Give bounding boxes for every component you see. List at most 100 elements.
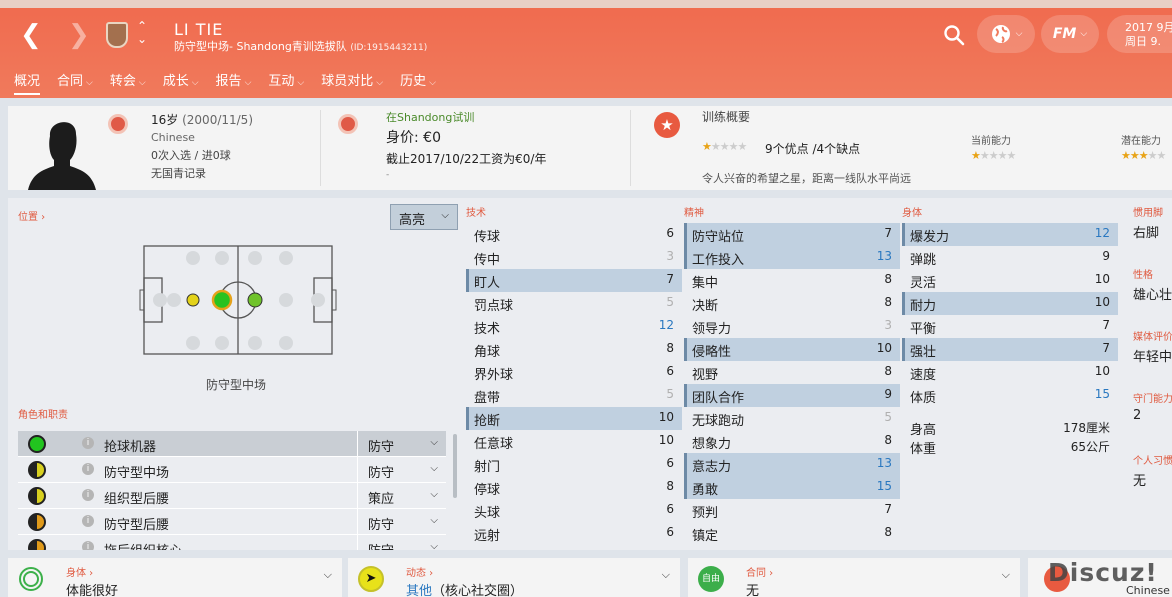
nation-flag-icon[interactable] — [108, 114, 128, 134]
technical-attribute-row[interactable]: 技术 12 — [466, 315, 682, 338]
trial-status[interactable]: 在Shandong试训 — [386, 109, 474, 125]
technical-attribute-row[interactable]: 任意球 10 — [466, 430, 682, 453]
mental-attribute-row[interactable]: 侵略性 10 — [684, 338, 900, 361]
attribute-value: 3 — [884, 318, 892, 332]
weight-label: 体重 — [910, 442, 937, 457]
media-description: 年轻中 — [1133, 350, 1172, 365]
attribute-value: 10 — [658, 410, 674, 424]
mental-attribute-row[interactable]: 意志力 13 — [684, 453, 900, 476]
dynamics-label[interactable]: 动态 › — [406, 564, 433, 579]
technical-attribute-row[interactable]: 罚点球 5 — [466, 292, 682, 315]
empty-field: - — [386, 170, 390, 180]
player-name: LI TIE — [174, 20, 224, 39]
body-card[interactable]: 身体 › 体能很好 ⌵ — [8, 558, 342, 597]
menu-item-4[interactable]: 报告 ⌵ — [216, 70, 252, 95]
physical-attribute-row[interactable]: 强壮 7 — [902, 338, 1118, 361]
mental-attribute-row[interactable]: 团队合作 9 — [684, 384, 900, 407]
info-icon[interactable]: i — [82, 437, 94, 449]
menu-item-0[interactable]: 概况 — [14, 70, 41, 95]
role-row[interactable]: i 抢球机器 防守 ⌵ — [18, 431, 446, 457]
chevron-down-icon: ⌵ — [429, 78, 436, 88]
mental-attribute-row[interactable]: 镇定 8 — [684, 522, 900, 545]
role-duty-select[interactable]: 防守 ⌵ — [357, 457, 446, 482]
technical-label: 技术 — [466, 208, 486, 219]
star-icon: ★ — [979, 149, 990, 162]
attribute-name: 头球 — [474, 506, 501, 521]
roles-scrollbar[interactable] — [453, 434, 457, 498]
technical-attribute-row[interactable]: 抢断 10 — [466, 407, 682, 430]
position-club-text[interactable]: 防守型中场- Shandong青训选拔队 — [174, 40, 347, 53]
technical-attribute-row[interactable]: 射门 6 — [466, 453, 682, 476]
date-display[interactable]: 2017 9月 周日 9. — [1107, 15, 1172, 53]
back-arrow-icon[interactable]: ❮ — [20, 22, 42, 48]
forward-arrow-icon[interactable]: ❯ — [68, 22, 90, 48]
search-icon[interactable] — [943, 24, 965, 46]
role-row[interactable]: i 组织型后腰 策应 ⌵ — [18, 483, 446, 509]
role-row[interactable]: i 拖后组织核心 防守 ⌵ — [18, 535, 446, 550]
attribute-value: 10 — [658, 433, 674, 447]
menu-item-2[interactable]: 转会 ⌵ — [110, 70, 146, 95]
role-duty-select[interactable]: 防守 ⌵ — [357, 535, 446, 550]
chevron-down-icon[interactable]: ⌵ — [1002, 568, 1010, 582]
mental-attribute-row[interactable]: 领导力 3 — [684, 315, 900, 338]
mental-attribute-row[interactable]: 勇敢 15 — [684, 476, 900, 499]
fm-menu-button[interactable]: FM ⌵ — [1041, 15, 1099, 53]
chevron-down-icon[interactable]: ⌵ — [662, 568, 670, 582]
technical-attribute-row[interactable]: 盯人 7 — [466, 269, 682, 292]
menu-item-6[interactable]: 球员对比 ⌵ — [321, 70, 383, 95]
role-row[interactable]: i 防守型后腰 防守 ⌵ — [18, 509, 446, 535]
physical-attribute-row[interactable]: 弹跳 9 — [902, 246, 1118, 269]
technical-attribute-row[interactable]: 盘带 5 — [466, 384, 682, 407]
mental-attribute-row[interactable]: 决断 8 — [684, 292, 900, 315]
club-badge-icon[interactable] — [338, 114, 358, 134]
mental-attribute-row[interactable]: 预判 7 — [684, 499, 900, 522]
attribute-name: 决断 — [692, 299, 719, 314]
menu-item-5[interactable]: 互动 ⌵ — [268, 70, 304, 95]
role-duty-select[interactable]: 防守 ⌵ — [357, 431, 446, 456]
physical-attribute-row[interactable]: 速度 10 — [902, 361, 1118, 384]
mental-attribute-row[interactable]: 工作投入 13 — [684, 246, 900, 269]
technical-attribute-row[interactable]: 远射 6 — [466, 522, 682, 545]
physical-attribute-row[interactable]: 平衡 7 — [902, 315, 1118, 338]
technical-attribute-row[interactable]: 传球 6 — [466, 223, 682, 246]
position-label[interactable]: 位置 › — [18, 208, 45, 223]
mental-attribute-row[interactable]: 防守站位 7 — [684, 223, 900, 246]
info-icon[interactable]: i — [82, 515, 94, 527]
info-icon[interactable]: i — [82, 463, 94, 475]
technical-attribute-row[interactable]: 传中 3 — [466, 246, 682, 269]
menu-item-3[interactable]: 成长 ⌵ — [163, 70, 199, 95]
attribute-value: 13 — [876, 456, 892, 470]
world-menu-button[interactable]: ⌵ — [977, 15, 1035, 53]
physical-attribute-row[interactable]: 耐力 10 — [902, 292, 1118, 315]
technical-attribute-row[interactable]: 头球 6 — [466, 499, 682, 522]
mental-attribute-row[interactable]: 集中 8 — [684, 269, 900, 292]
role-duty-select[interactable]: 防守 ⌵ — [357, 509, 446, 534]
chevron-down-icon[interactable]: ⌵ — [324, 568, 332, 582]
club-crest-icon[interactable] — [106, 22, 128, 48]
body-label[interactable]: 身体 › — [66, 564, 93, 579]
physical-attribute-row[interactable]: 爆发力 12 — [902, 223, 1118, 246]
info-icon[interactable]: i — [82, 489, 94, 501]
physical-attribute-row[interactable]: 体质 15 — [902, 384, 1118, 407]
mental-attribute-row[interactable]: 无球跑动 5 — [684, 407, 900, 430]
role-duty-select[interactable]: 策应 ⌵ — [357, 483, 446, 508]
highlight-select[interactable]: 高亮 ⌵ — [390, 204, 458, 230]
mental-attribute-row[interactable]: 想象力 8 — [684, 430, 900, 453]
attribute-name: 传中 — [474, 253, 501, 268]
physical-attribute-row[interactable]: 灵活 10 — [902, 269, 1118, 292]
contract-label[interactable]: 合同 › — [746, 564, 773, 579]
technical-attribute-row[interactable]: 停球 8 — [466, 476, 682, 499]
chevron-down-icon: ⌵ — [1080, 29, 1088, 39]
nationality[interactable]: Chinese — [151, 131, 195, 144]
technical-attribute-row[interactable]: 界外球 6 — [466, 361, 682, 384]
training-title[interactable]: 训练概要 — [702, 108, 750, 125]
role-row[interactable]: i 防守型中场 防守 ⌵ — [18, 457, 446, 483]
dynamics-card[interactable]: ➤ 动态 › 其他（核心社交圈） ⌵ — [348, 558, 680, 597]
menu-item-1[interactable]: 合同 ⌵ — [57, 70, 93, 95]
technical-attribute-row[interactable]: 角球 8 — [466, 338, 682, 361]
player-switch-arrows[interactable]: ⌃ ⌄ — [137, 20, 147, 46]
mental-attribute-row[interactable]: 视野 8 — [684, 361, 900, 384]
info-icon[interactable]: i — [82, 541, 94, 550]
contract-card[interactable]: 自由 合同 › 无 ⌵ — [688, 558, 1020, 597]
menu-item-7[interactable]: 历史 ⌵ — [400, 70, 436, 95]
